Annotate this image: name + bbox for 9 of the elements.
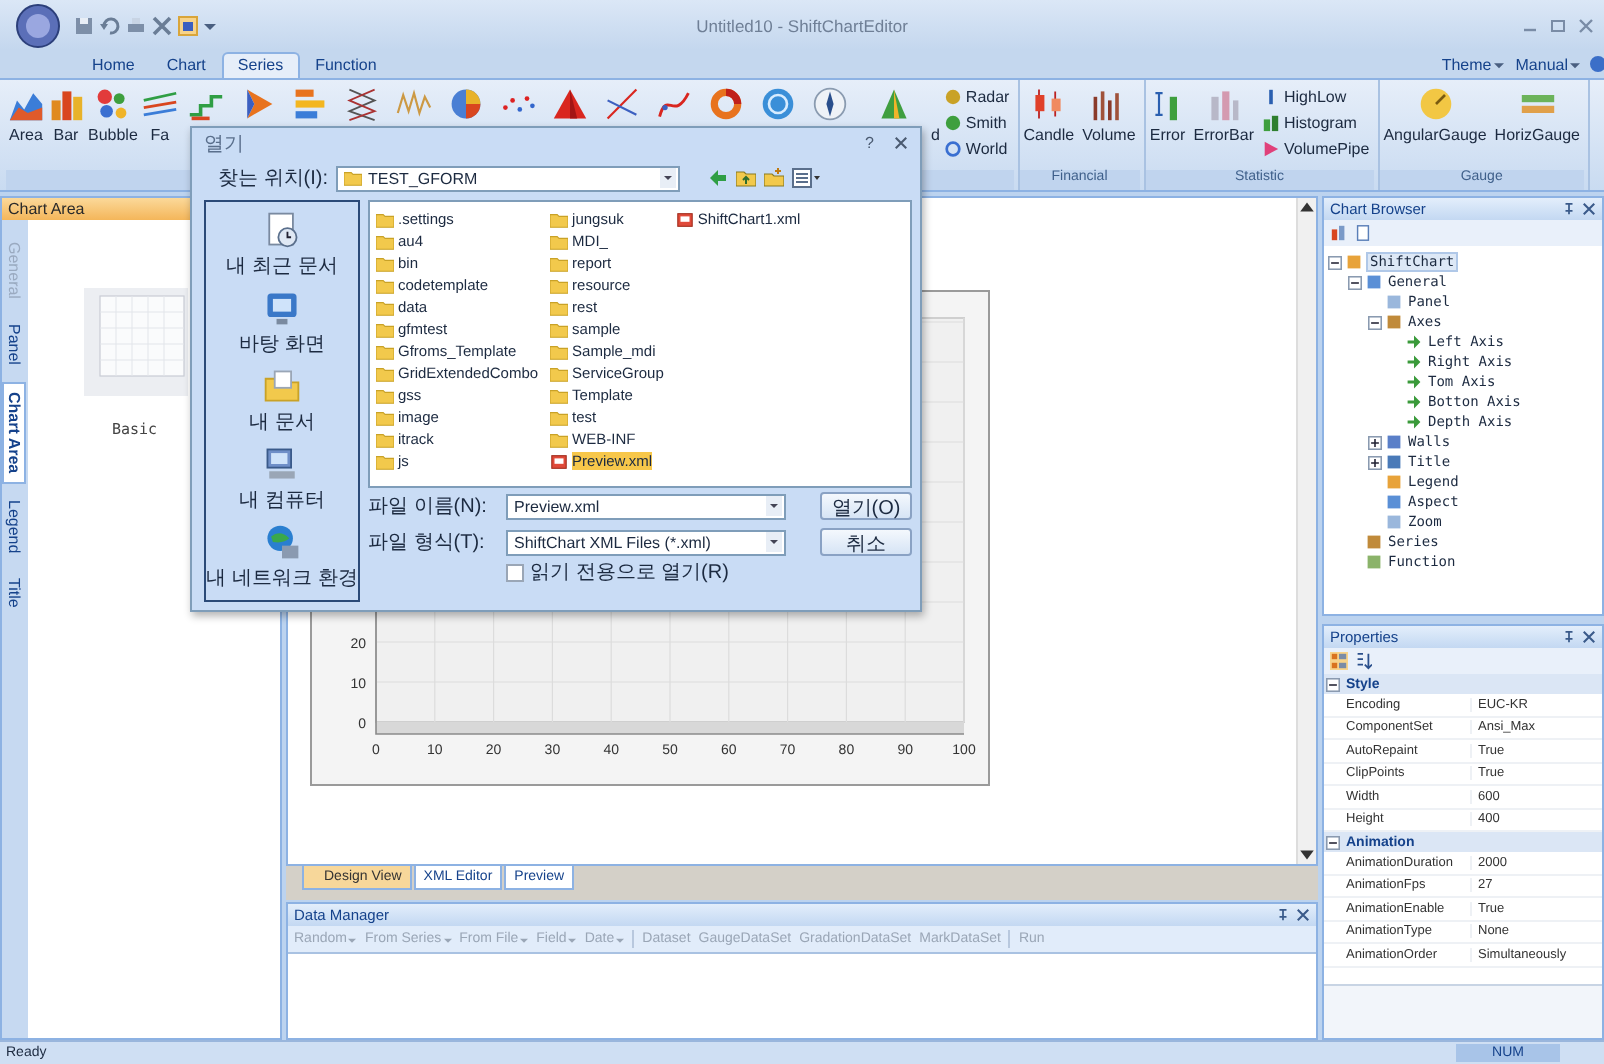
file-type-value: ShiftChart XML Files (*.xml) [514,533,713,551]
file-type-label: 파일 형식(T): [368,530,487,556]
look-in-value: TEST_GFORM [368,169,480,187]
file-name-value: Preview.xml [514,497,602,515]
read-only-label: 읽기 전용으로 열기(R) [530,560,729,586]
window-title: Untitled10 - ShiftChartEditor [696,15,908,35]
look-in-label: 찾는 위치(I): [216,166,328,192]
file-name-label: 파일 이름(N): [368,494,489,520]
dialog-title: 열기 [204,131,246,157]
